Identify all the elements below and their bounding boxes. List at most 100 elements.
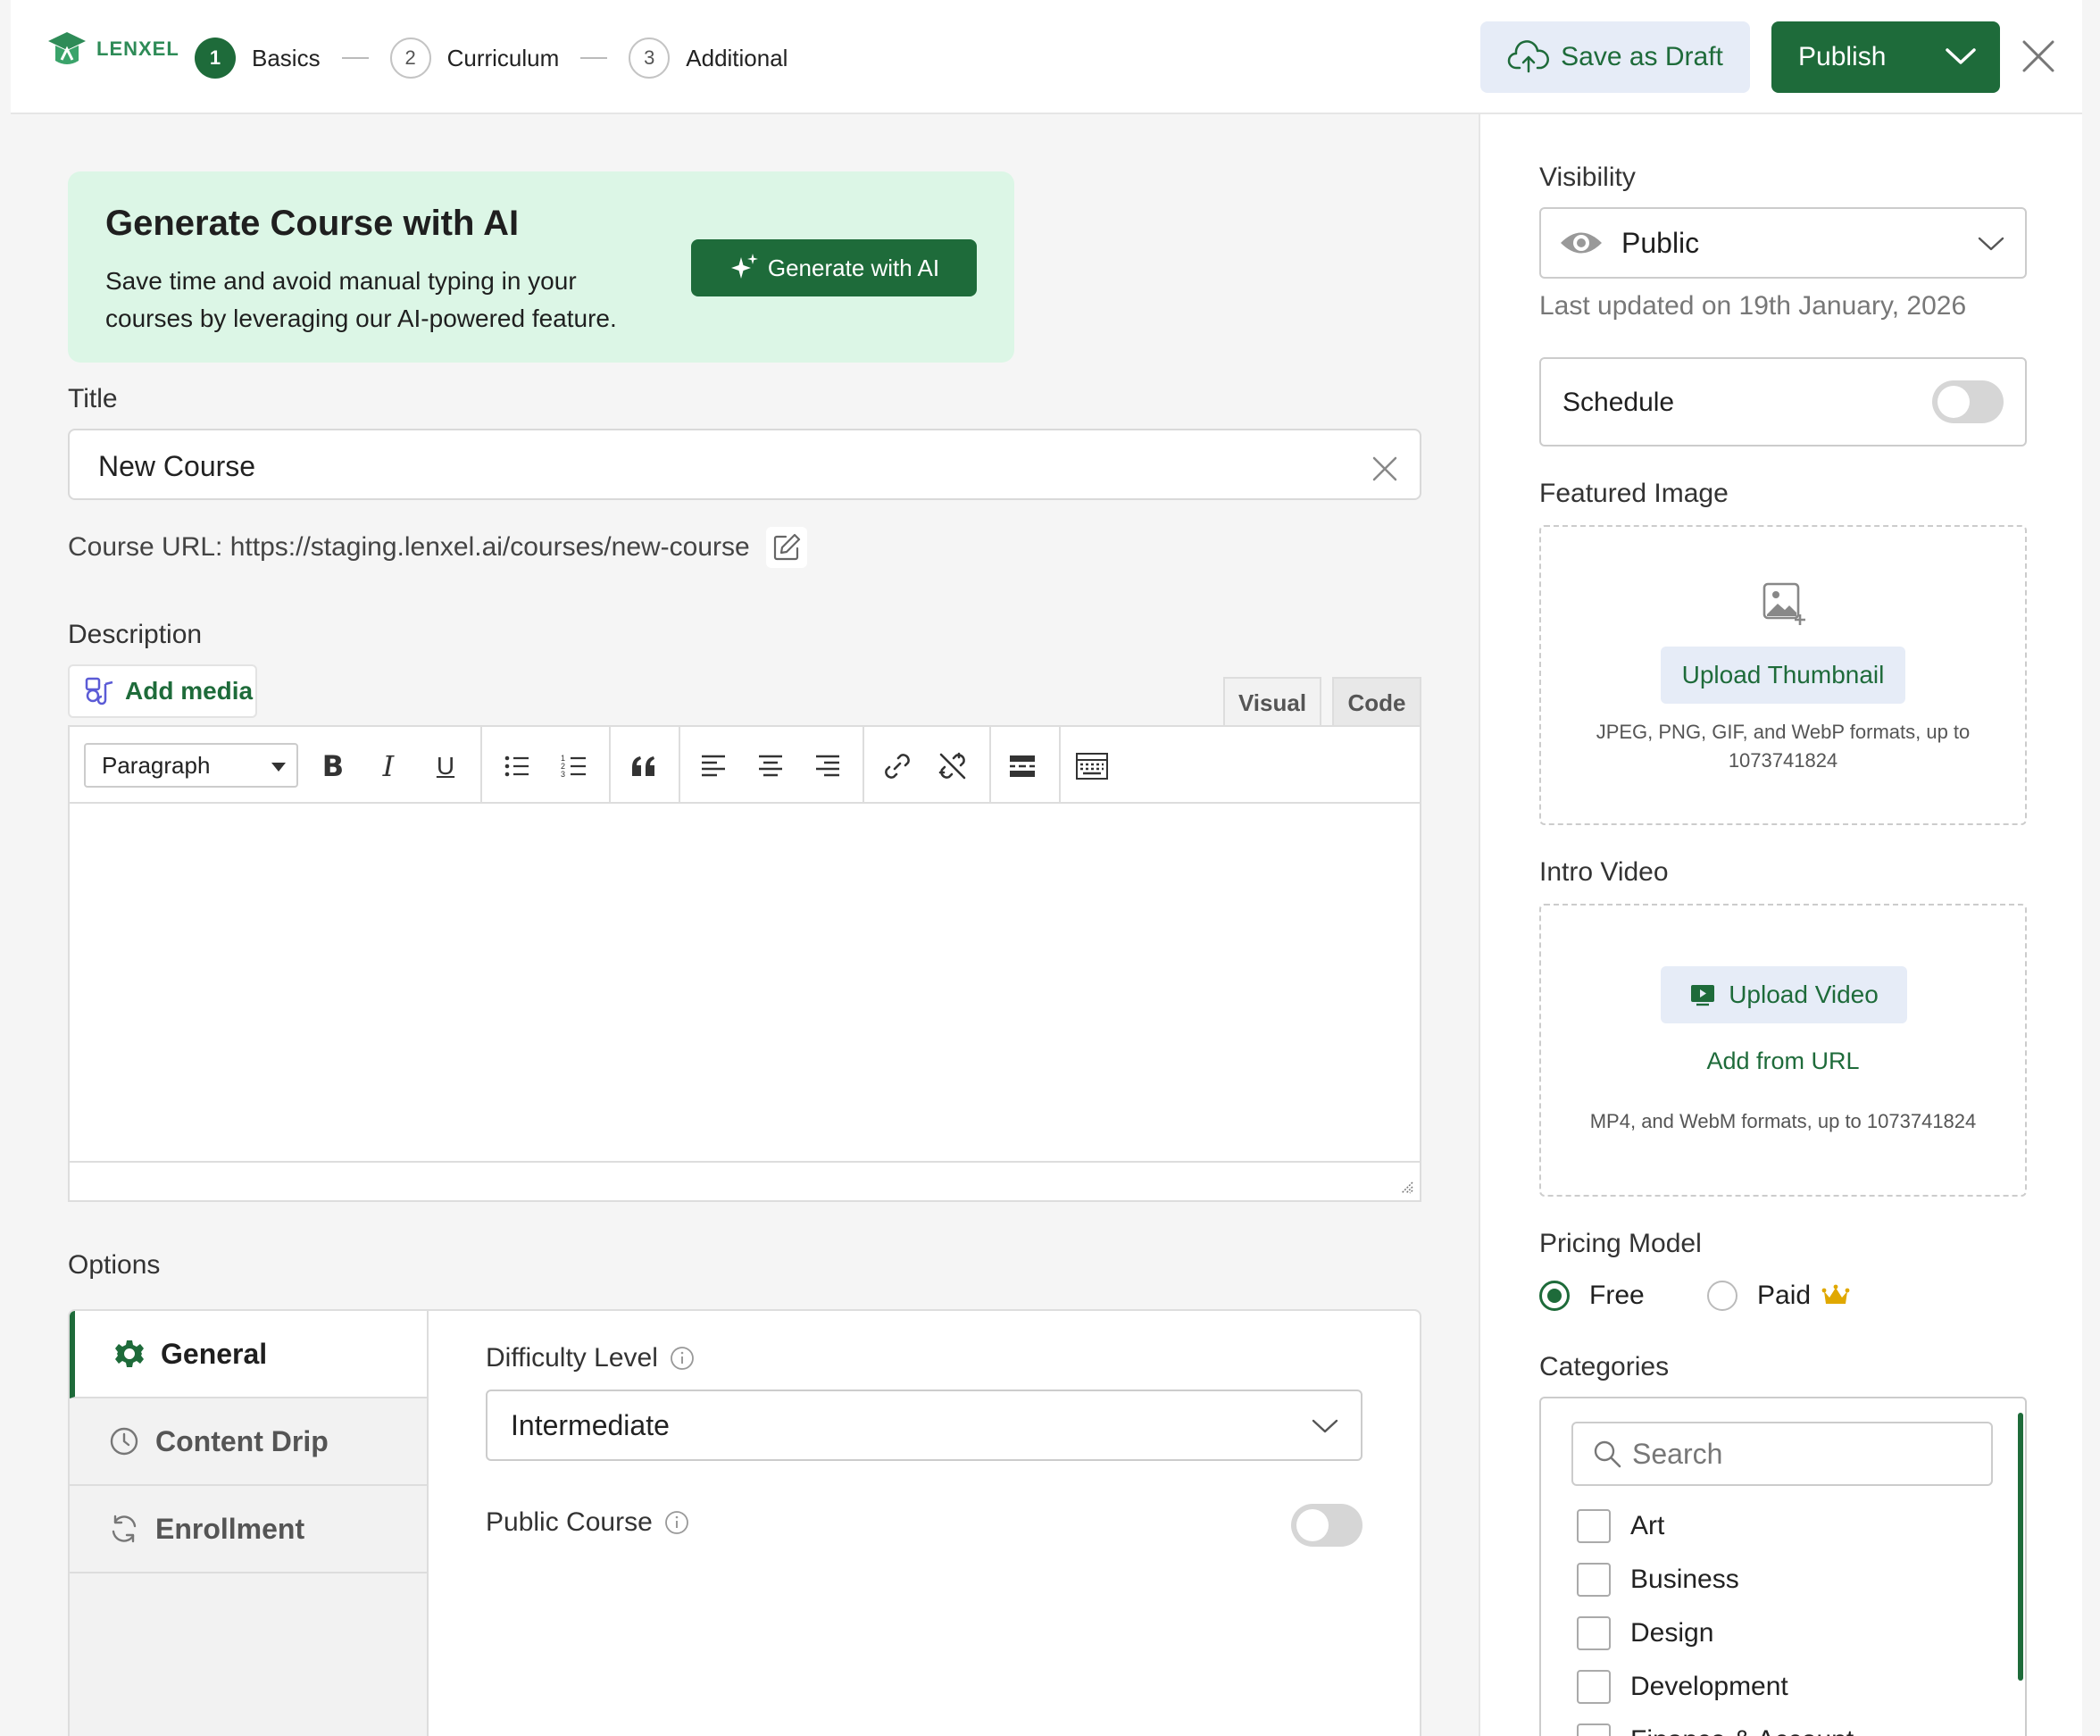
ai-generate-card: Generate Course with AI Save time and av… bbox=[68, 171, 1014, 363]
step-2-label[interactable]: Curriculum bbox=[447, 45, 560, 72]
options-tabs: General Content Drip Enrollment bbox=[70, 1311, 429, 1736]
toolbar-toggle-button[interactable] bbox=[1071, 746, 1112, 787]
cloud-upload-icon bbox=[1507, 40, 1550, 73]
step-1-label[interactable]: Basics bbox=[252, 45, 321, 72]
upload-thumbnail-label: Upload Thumbnail bbox=[1681, 661, 1885, 689]
difficulty-select-value: Intermediate bbox=[511, 1408, 670, 1441]
lenxel-logo[interactable]: LENXEL bbox=[45, 27, 179, 71]
close-icon[interactable] bbox=[2020, 38, 2057, 75]
description-label: Description bbox=[68, 620, 203, 649]
featured-image-dropzone[interactable]: Upload Thumbnail JPEG, PNG, GIF, and Web… bbox=[1539, 525, 2027, 825]
resize-handle-icon[interactable] bbox=[1398, 1179, 1414, 1195]
numbered-list-button[interactable]: 1 2 3 bbox=[554, 746, 595, 787]
bold-button[interactable]: B bbox=[312, 746, 354, 787]
quote-icon bbox=[632, 756, 654, 776]
toolbar-divider bbox=[1059, 727, 1061, 804]
upload-thumbnail-button[interactable]: Upload Thumbnail bbox=[1661, 647, 1905, 704]
tab-content-drip-label: Content Drip bbox=[155, 1424, 329, 1457]
info-icon[interactable] bbox=[663, 1509, 690, 1536]
clock-icon bbox=[110, 1427, 138, 1456]
eye-icon bbox=[1561, 232, 1602, 254]
schedule-toggle[interactable] bbox=[1932, 380, 2004, 423]
format-select-value: Paragraph bbox=[102, 751, 211, 779]
add-from-url-link[interactable]: Add from URL bbox=[1541, 1047, 2025, 1075]
visibility-select[interactable]: Public bbox=[1539, 207, 2027, 279]
category-item[interactable]: Business bbox=[1577, 1563, 1739, 1597]
category-item[interactable]: Finance & Account bbox=[1577, 1723, 1854, 1736]
thumbnail-format-note: JPEG, PNG, GIF, and WebP formats, up to … bbox=[1596, 721, 1971, 772]
category-item[interactable]: Art bbox=[1577, 1509, 1664, 1543]
add-media-button[interactable]: Add media bbox=[68, 664, 257, 718]
toolbar-divider bbox=[989, 727, 991, 804]
options-label: Options bbox=[68, 1250, 161, 1280]
save-draft-button[interactable]: Save as Draft bbox=[1480, 21, 1750, 93]
refresh-icon bbox=[112, 1515, 137, 1543]
difficulty-select[interactable]: Intermediate bbox=[486, 1390, 1362, 1461]
logo-text: LENXEL bbox=[96, 38, 179, 60]
title-input[interactable]: New Course bbox=[68, 429, 1421, 500]
publish-button[interactable]: Publish bbox=[1771, 21, 2000, 93]
pricing-free-radio[interactable]: Free bbox=[1539, 1281, 1645, 1311]
unlink-icon bbox=[938, 752, 966, 780]
chevron-down-icon bbox=[1312, 1419, 1338, 1433]
tab-content-drip[interactable]: Content Drip bbox=[70, 1398, 427, 1486]
toolbar-divider bbox=[609, 727, 611, 804]
options-panel: General Content Drip Enrollment Difficul… bbox=[68, 1309, 1421, 1736]
top-header: LENXEL 1 Basics 2 Curriculum 3 Additiona… bbox=[11, 0, 2082, 114]
tab-general[interactable]: General bbox=[70, 1311, 427, 1398]
step-3-label[interactable]: Additional bbox=[686, 45, 788, 72]
categories-scrollbar[interactable] bbox=[2018, 1413, 2023, 1681]
pricing-paid-radio[interactable]: Paid bbox=[1707, 1281, 1850, 1311]
align-left-icon bbox=[702, 755, 725, 777]
generate-with-ai-button[interactable]: Generate with AI bbox=[691, 239, 977, 296]
ai-card-title: Generate Course with AI bbox=[105, 204, 520, 243]
categories-list: Search Art Business Design Development F… bbox=[1539, 1397, 2027, 1736]
checkbox[interactable] bbox=[1577, 1723, 1611, 1736]
graduation-cap-logo-icon bbox=[48, 32, 86, 64]
insert-link-button[interactable] bbox=[877, 746, 918, 787]
step-1-number[interactable]: 1 bbox=[195, 38, 236, 79]
step-separator bbox=[341, 57, 369, 59]
checkbox[interactable] bbox=[1577, 1616, 1611, 1650]
clear-icon[interactable] bbox=[1371, 455, 1398, 482]
bullet-list-button[interactable] bbox=[496, 746, 538, 787]
italic-button[interactable]: I bbox=[368, 746, 409, 787]
tab-enrollment[interactable]: Enrollment bbox=[70, 1486, 427, 1573]
visibility-label: Visibility bbox=[1539, 163, 1636, 192]
read-more-button[interactable] bbox=[1002, 746, 1043, 787]
unlink-button[interactable] bbox=[932, 746, 973, 787]
edit-url-button[interactable] bbox=[765, 527, 807, 568]
step-3-number[interactable]: 3 bbox=[629, 38, 671, 79]
upload-video-button[interactable]: Upload Video bbox=[1661, 966, 1907, 1023]
category-item[interactable]: Development bbox=[1577, 1670, 1788, 1704]
align-right-button[interactable] bbox=[807, 746, 848, 787]
checkbox[interactable] bbox=[1577, 1670, 1611, 1704]
info-icon[interactable] bbox=[669, 1345, 696, 1372]
category-search-input[interactable]: Search bbox=[1571, 1422, 1993, 1486]
align-center-button[interactable] bbox=[750, 746, 791, 787]
category-label: Development bbox=[1630, 1672, 1788, 1701]
image-add-icon bbox=[1762, 582, 1805, 625]
chevron-down-icon[interactable] bbox=[1945, 46, 1977, 67]
category-item[interactable]: Design bbox=[1577, 1616, 1713, 1650]
media-icon bbox=[85, 677, 113, 705]
title-input-value[interactable]: New Course bbox=[98, 450, 255, 483]
underline-button[interactable]: U bbox=[425, 746, 466, 787]
checkbox[interactable] bbox=[1577, 1563, 1611, 1597]
svg-text:3: 3 bbox=[561, 770, 565, 779]
checkbox[interactable] bbox=[1577, 1509, 1611, 1543]
step-2-number[interactable]: 2 bbox=[389, 38, 431, 79]
upload-video-label: Upload Video bbox=[1729, 981, 1879, 1008]
intro-video-dropzone[interactable]: Upload Video Add from URL MP4, and WebM … bbox=[1539, 904, 2027, 1197]
video-format-note: MP4, and WebM formats, up to 1073741824 bbox=[1589, 1110, 1977, 1132]
link-icon bbox=[885, 754, 910, 779]
intro-video-label: Intro Video bbox=[1539, 857, 1669, 887]
blockquote-button[interactable] bbox=[623, 746, 664, 787]
editor-status-bar bbox=[70, 1161, 1420, 1200]
tab-code[interactable]: Code bbox=[1332, 677, 1421, 727]
format-select[interactable]: Paragraph bbox=[84, 743, 298, 788]
public-course-toggle[interactable] bbox=[1291, 1504, 1362, 1547]
radio-unselected-indicator bbox=[1707, 1281, 1738, 1311]
align-left-button[interactable] bbox=[693, 746, 734, 787]
tab-visual[interactable]: Visual bbox=[1223, 677, 1321, 727]
